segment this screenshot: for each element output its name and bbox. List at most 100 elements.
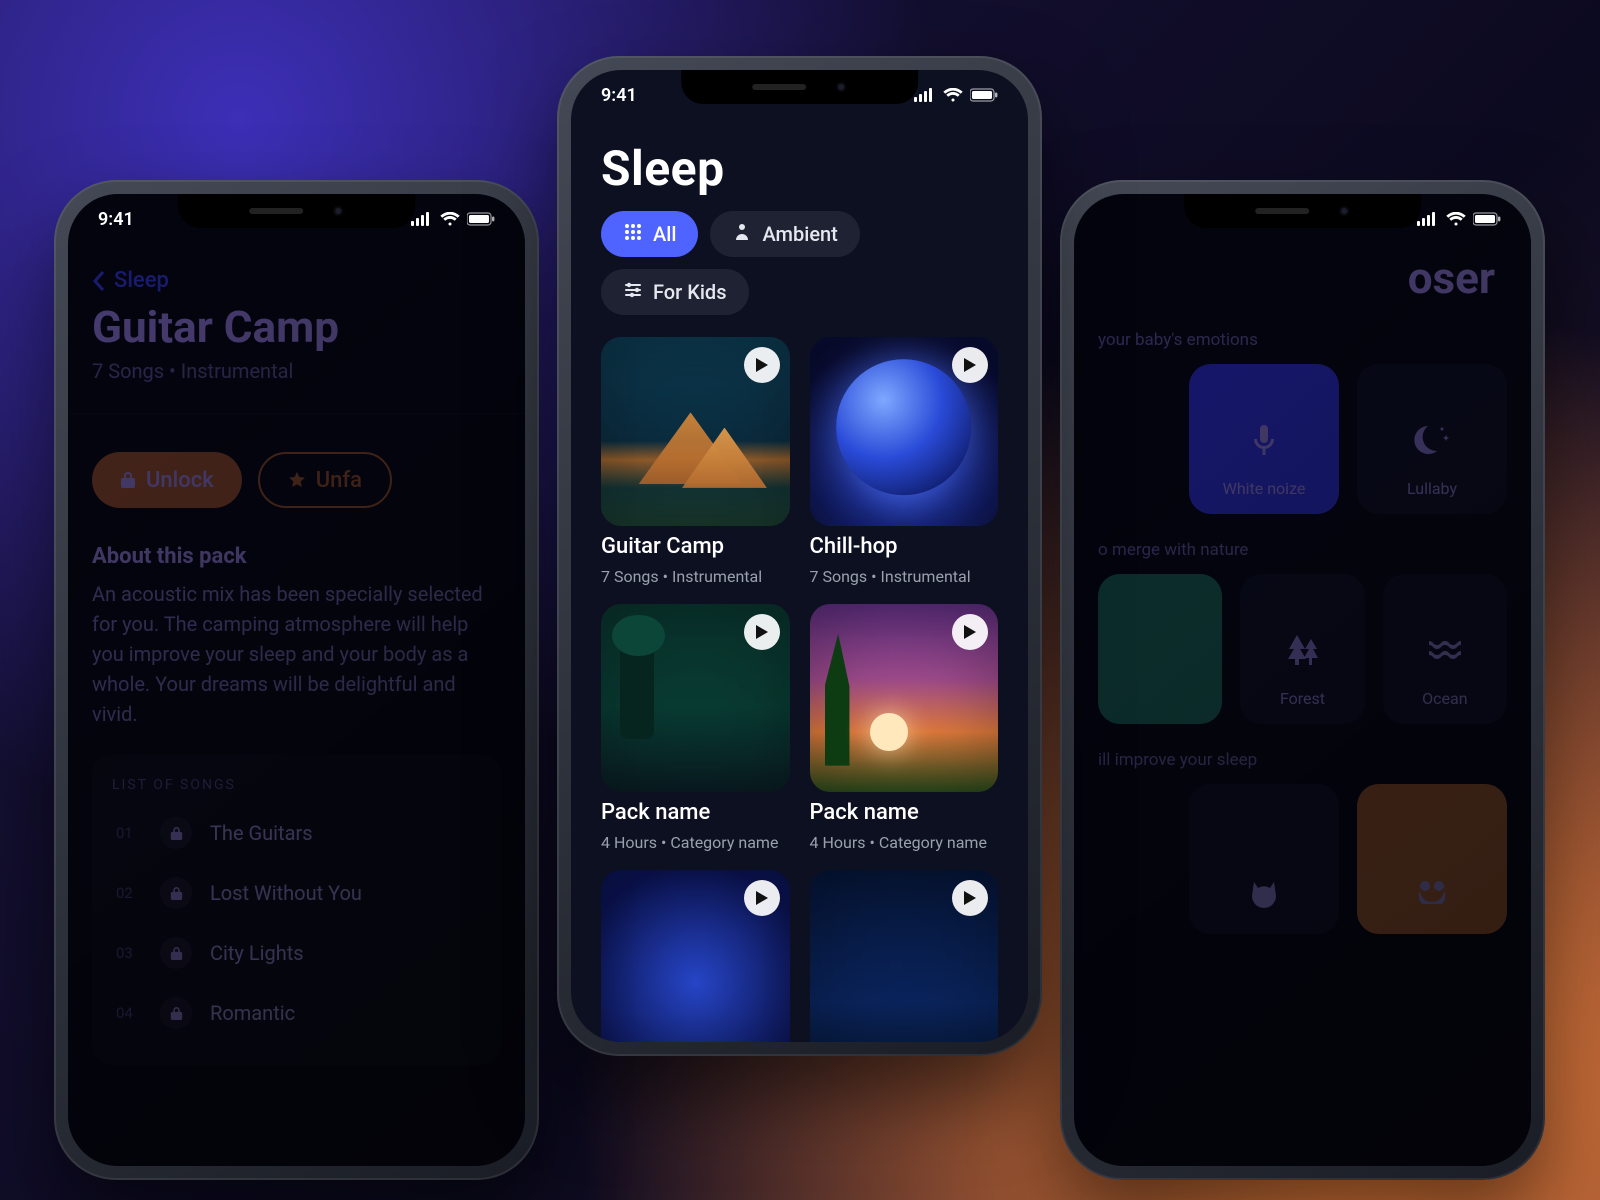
status-icons [1417,212,1501,226]
song-list-items: 01 The Guitars 02 Lost Without You 03 Ci… [112,803,481,1043]
play-button[interactable] [744,614,780,650]
back-label: Sleep [114,268,169,293]
sound-tile-forest[interactable]: Forest [1240,574,1364,724]
unlock-label: Unlock [146,468,214,493]
frog-icon [1412,874,1452,918]
song-title: City Lights [210,941,304,965]
filter-chip-ambient[interactable]: Ambient [710,211,859,257]
waves-icon [1425,629,1465,673]
notch [1184,194,1422,228]
song-row[interactable]: 02 Lost Without You [112,863,481,923]
composer-title: oser [1098,252,1507,304]
pack-thumbnail [810,604,999,793]
sound-tile-white-noize[interactable]: White noize [1189,364,1339,514]
pack-card[interactable] [810,870,999,1042]
status-time: 9:41 [98,209,134,230]
pack-thumbnail [810,870,999,1042]
sound-tile[interactable] [1357,784,1507,934]
battery-icon [970,88,998,102]
play-button[interactable] [744,347,780,383]
section-hint: ill improve your sleep [1098,750,1507,770]
trees-icon [1283,629,1323,673]
filter-chip-for-kids[interactable]: For Kids [601,269,749,315]
chip-label: Ambient [762,222,837,246]
chevron-left-icon [92,270,106,292]
filter-chip-all[interactable]: All [601,211,698,257]
pack-title: Guitar Camp [601,534,790,559]
lock-icon [170,946,183,961]
pack-title: Pack name [601,800,790,825]
pack-card[interactable]: Pack name 4 Hours • Category name [601,604,790,853]
sound-tile-lullaby[interactable]: Lullaby [1357,364,1507,514]
lock-icon [170,826,183,841]
battery-icon [1473,212,1501,226]
song-title: Romantic [210,1001,295,1025]
song-row[interactable]: 03 City Lights [112,923,481,983]
pack-thumbnail [601,870,790,1042]
page-title: Sleep [601,140,998,197]
sound-tile[interactable] [1189,784,1339,934]
sound-tile-ocean[interactable]: Ocean [1383,574,1507,724]
sound-tile[interactable] [1098,574,1222,724]
play-button[interactable] [744,880,780,916]
song-row[interactable]: 01 The Guitars [112,803,481,863]
star-icon [288,471,306,489]
pack-title: Guitar Camp [92,301,501,353]
song-title: The Guitars [210,821,313,845]
status-icons [914,88,998,102]
lock-icon [170,886,183,901]
tile-row: Forest Ocean [1074,574,1531,724]
tile-row: White noize Lullaby [1074,364,1531,514]
tile-row [1074,784,1531,934]
song-row[interactable]: 04 Romantic [112,983,481,1043]
play-icon [964,891,976,905]
signal-icon [914,88,936,102]
section-hint: your baby's emotions [1098,330,1507,350]
lock-badge [160,997,192,1029]
lock-icon [120,471,136,489]
play-button[interactable] [952,880,988,916]
filter-chips: All Ambient For Kids [571,211,1028,333]
phone-pack-detail: 9:41 Sleep Guitar Camp 7 Songs • Instrum… [54,180,539,1180]
wifi-icon [440,212,460,226]
pack-meta: 4 Hours • Category name [810,833,999,852]
tile-label: Lullaby [1407,479,1457,498]
pack-card[interactable]: Guitar Camp 7 Songs • Instrumental [601,337,790,586]
phone-composer: 9:41 oser your baby's emotions White noi… [1060,180,1545,1180]
pack-meta: 7 Songs • Instrumental [810,567,999,586]
signal-icon [411,212,433,226]
tile-label: White noize [1223,479,1306,498]
notch [681,70,919,104]
pack-card[interactable]: Pack name 4 Hours • Category name [810,604,999,853]
song-number: 03 [116,944,142,962]
lock-icon [170,1006,183,1021]
wifi-icon [1446,212,1466,226]
status-time: 9:41 [601,85,637,106]
play-button[interactable] [952,614,988,650]
pack-card[interactable]: Chill-hop 7 Songs • Instrumental [810,337,999,586]
play-button[interactable] [952,347,988,383]
chip-label: All [653,222,676,246]
unfavorite-button[interactable]: Unfa [258,452,392,508]
mic-icon [1244,419,1284,463]
lock-badge [160,817,192,849]
song-list-label: LIST OF SONGS [112,777,481,793]
unlock-button[interactable]: Unlock [92,452,242,508]
pack-card[interactable] [601,870,790,1042]
play-icon [964,358,976,372]
song-number: 01 [116,824,142,842]
tile-label: Forest [1280,689,1325,708]
pack-meta: 7 Songs • Instrumental [601,567,790,586]
about-heading: About this pack [92,544,501,569]
sliders-icon [623,280,643,305]
pack-title: Chill-hop [810,534,999,559]
song-list: LIST OF SONGS 01 The Guitars 02 Lost Wit… [92,755,501,1065]
back-link[interactable]: Sleep [68,250,525,299]
signal-icon [1417,212,1439,226]
song-number: 02 [116,884,142,902]
moon-icon [1412,419,1452,463]
pack-grid: Guitar Camp 7 Songs • Instrumental Chill… [571,333,1028,1042]
person-icon [732,222,752,247]
cat-icon [1244,874,1284,918]
notch [178,194,416,228]
